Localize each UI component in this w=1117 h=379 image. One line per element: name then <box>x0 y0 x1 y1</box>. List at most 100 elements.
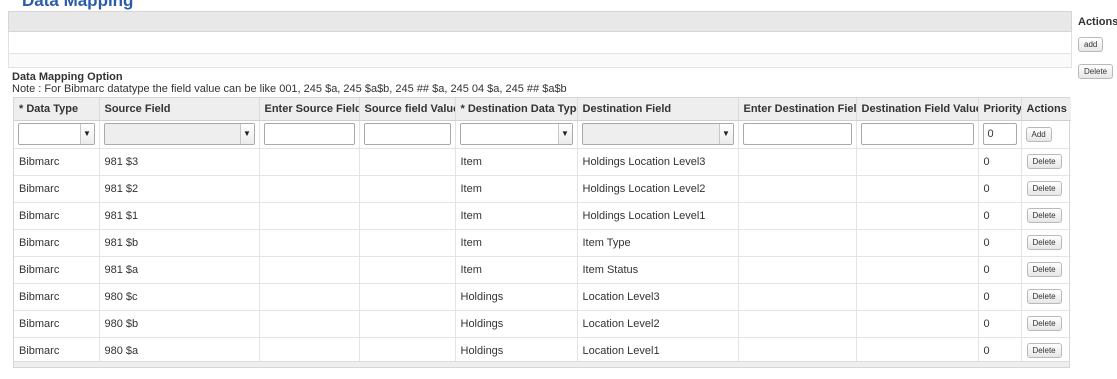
cell-enter-destination-field <box>738 175 857 203</box>
delete-row-button[interactable]: Delete <box>1026 208 1062 223</box>
priority-input[interactable]: 0 <box>982 123 1017 145</box>
destination-field-select[interactable]: ▼ <box>581 123 734 145</box>
cell-source-field-value <box>359 256 456 284</box>
cell-source-field-value <box>359 148 456 176</box>
mapping-table: * Data Type Source Field Enter Source Fi… <box>14 98 1071 365</box>
cell-destination-field-value <box>856 148 979 176</box>
chevron-down-icon: ▼ <box>557 124 572 144</box>
column-header-destination-field: Destination Field <box>577 98 739 121</box>
enter-source-field-input[interactable] <box>263 123 355 145</box>
cell-source-field-value <box>359 283 456 311</box>
cell-actions: Delete <box>1021 337 1071 365</box>
cell-source-field-value <box>359 175 456 203</box>
cell-enter-destination-field <box>738 148 857 176</box>
cell-priority: 0 <box>978 202 1022 230</box>
cell-source-field: 981 $a <box>99 256 260 284</box>
delete-row-button[interactable]: Delete <box>1026 235 1062 250</box>
cell-actions: Delete <box>1021 310 1071 338</box>
cell-destination-field: Item Type <box>577 229 739 257</box>
cell-destination-data-type: Holdings <box>455 337 578 365</box>
cell-data-type: Bibmarc <box>14 229 100 257</box>
table-row: Bibmarc 980 $b Holdings Location Level2 0 Del… <box>14 310 1071 338</box>
cell-destination-field-value <box>856 256 979 284</box>
cell-destination-data-type: Holdings <box>455 283 578 311</box>
data-type-select[interactable]: ▼ <box>18 123 95 145</box>
column-header-data-type: * Data Type <box>14 98 100 121</box>
cell-enter-source-field <box>259 256 360 284</box>
destination-field-value-input[interactable] <box>860 123 974 145</box>
actions-column-header: Actions <box>1078 16 1117 28</box>
table-row: Bibmarc 981 $1 Item Holdings Location Level… <box>14 202 1071 230</box>
cell-destination-field-value <box>856 310 979 338</box>
delete-row-button[interactable]: Delete <box>1026 154 1062 169</box>
panel-band <box>8 54 1072 67</box>
cell-enter-destination-field <box>738 337 857 365</box>
cell-destination-field: Location Level1 <box>577 337 739 365</box>
cell-source-field-value <box>359 229 456 257</box>
cell-source-field-value <box>359 310 456 338</box>
option-title: Data Mapping Option <box>12 71 123 83</box>
source-field-value-input[interactable] <box>363 123 451 145</box>
cell-source-field: 980 $a <box>99 337 260 365</box>
cell-destination-field-value <box>856 202 979 230</box>
panel-header-bar <box>8 11 1072 32</box>
cell-actions: Delete <box>1021 202 1071 230</box>
panel-empty-row <box>8 32 1072 54</box>
delete-mapping-button[interactable]: Delete <box>1078 64 1114 79</box>
cell-actions: Delete <box>1021 175 1071 203</box>
cell-destination-data-type: Item <box>455 256 578 284</box>
source-field-select[interactable]: ▼ <box>103 123 255 145</box>
cell-enter-source-field <box>259 175 360 203</box>
mapping-grid: * Data Type Source Field Enter Source Fi… <box>13 97 1071 368</box>
delete-row-button[interactable]: Delete <box>1026 181 1062 196</box>
page-title: Data Mapping <box>22 0 134 10</box>
table-row: Bibmarc 981 $3 Item Holdings Location Level… <box>14 148 1071 176</box>
cell-destination-data-type: Item <box>455 175 578 203</box>
cell-data-type: Bibmarc <box>14 175 100 203</box>
column-header-priority: Priority <box>978 98 1022 121</box>
cell-destination-data-type: Item <box>455 148 578 176</box>
cell-enter-source-field <box>259 337 360 365</box>
table-row: Bibmarc 980 $a Holdings Location Level1 0 Del… <box>14 337 1071 365</box>
cell-destination-field: Holdings Location Level1 <box>577 202 739 230</box>
table-header-row: * Data Type Source Field Enter Source Fi… <box>14 98 1071 121</box>
cell-actions: Delete <box>1021 283 1071 311</box>
delete-row-button[interactable]: Delete <box>1026 316 1062 331</box>
cell-enter-source-field <box>259 202 360 230</box>
delete-row-button[interactable]: Delete <box>1026 262 1062 277</box>
cell-data-type: Bibmarc <box>14 202 100 230</box>
panel-divider <box>8 67 1072 68</box>
cell-enter-destination-field <box>738 256 857 284</box>
destination-data-type-select[interactable]: ▼ <box>459 123 573 145</box>
column-header-actions: Actions <box>1021 98 1071 121</box>
chevron-down-icon: ▼ <box>79 124 94 144</box>
cell-source-field: 980 $c <box>99 283 260 311</box>
cell-destination-data-type: Item <box>455 202 578 230</box>
cell-data-type: Bibmarc <box>14 283 100 311</box>
column-header-enter-destination-field: Enter Destination Field <box>738 98 857 121</box>
cell-priority: 0 <box>978 283 1022 311</box>
enter-destination-field-input[interactable] <box>742 123 852 145</box>
cell-destination-field: Holdings Location Level3 <box>577 148 739 176</box>
add-mapping-button[interactable]: add <box>1078 37 1104 52</box>
add-row-button[interactable]: Add <box>1025 126 1052 142</box>
cell-destination-field: Location Level2 <box>577 310 739 338</box>
cell-data-type: Bibmarc <box>14 148 100 176</box>
column-header-destination-data-type: * Destination Data Type <box>455 98 578 121</box>
cell-enter-source-field <box>259 283 360 311</box>
cell-destination-field: Item Status <box>577 256 739 284</box>
cell-source-field: 980 $b <box>99 310 260 338</box>
cell-destination-field-value <box>856 283 979 311</box>
cell-actions: Delete <box>1021 148 1071 176</box>
column-header-enter-source-field: Enter Source Field <box>259 98 360 121</box>
delete-row-button[interactable]: Delete <box>1026 343 1062 358</box>
cell-data-type: Bibmarc <box>14 256 100 284</box>
cell-source-field: 981 $1 <box>99 202 260 230</box>
delete-row-button[interactable]: Delete <box>1026 289 1062 304</box>
new-mapping-row: ▼ ▼ ▼ ▼ 0 Add <box>14 120 1071 149</box>
cell-enter-source-field <box>259 148 360 176</box>
cell-priority: 0 <box>978 175 1022 203</box>
chevron-down-icon: ▼ <box>718 124 733 144</box>
actions-column: Actions add Delete <box>1072 11 1117 379</box>
cell-enter-destination-field <box>738 229 857 257</box>
